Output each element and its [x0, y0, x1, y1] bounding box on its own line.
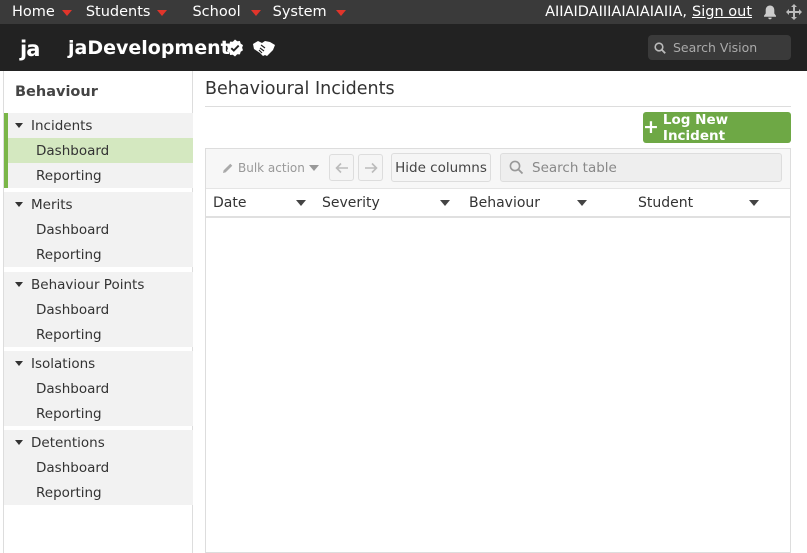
arrow-left-icon — [334, 162, 348, 173]
verified-badge-icon — [226, 39, 244, 61]
sidebar-item-merits-dashboard[interactable]: Dashboard — [4, 217, 193, 242]
incidents-table: Bulk action Hide columns Date Severity B… — [205, 148, 791, 553]
chevron-down-icon — [61, 10, 72, 16]
user-name: AIIAIDAIIIAIAIAIAIIA, — [545, 4, 688, 20]
column-header-student[interactable]: Student — [638, 189, 768, 216]
bulk-action-dropdown[interactable]: Bulk action — [222, 161, 319, 175]
sidebar-item-detentions[interactable]: Detentions — [4, 430, 193, 455]
column-header-severity[interactable]: Severity — [322, 189, 462, 216]
sign-out-link[interactable]: Sign out — [692, 4, 752, 20]
top-nav: Home Students School System — [0, 0, 346, 24]
nav-school-label: School — [192, 4, 241, 20]
chevron-down-icon — [157, 10, 168, 16]
bell-icon[interactable] — [762, 4, 778, 20]
table-search-box[interactable] — [500, 153, 782, 182]
sidebar-item-behaviour-points-reporting[interactable]: Reporting — [4, 322, 193, 347]
undo-button[interactable] — [329, 154, 354, 181]
nav-home-label: Home — [12, 4, 55, 20]
divider — [205, 106, 791, 107]
table-toolbar: Bulk action Hide columns — [206, 149, 790, 189]
nav-school[interactable]: School — [167, 0, 261, 24]
sidebar-item-behaviour-points[interactable]: Behaviour Points — [4, 272, 193, 297]
sort-dropdown-icon[interactable] — [296, 200, 306, 206]
search-icon — [654, 41, 666, 54]
sort-dropdown-icon[interactable] — [440, 200, 450, 206]
page-title: Behavioural Incidents — [205, 79, 395, 99]
sidebar-item-merits-reporting[interactable]: Reporting — [4, 242, 193, 267]
log-new-incident-button[interactable]: + Log New Incident — [643, 111, 791, 144]
top-menubar: Home Students School System AIIAIDAIIIAI… — [0, 0, 807, 24]
user-area: AIIAIDAIIIAIAIAIAIIA, Sign out — [545, 0, 803, 24]
column-header-date[interactable]: Date — [213, 189, 316, 216]
move-icon[interactable] — [785, 3, 803, 21]
sidebar-item-incidents[interactable]: Incidents — [8, 113, 193, 138]
column-header-label: Severity — [322, 194, 380, 211]
redo-button[interactable] — [358, 154, 383, 181]
sidebar-item-isolations-dashboard[interactable]: Dashboard — [4, 376, 193, 401]
hide-columns-button[interactable]: Hide columns — [391, 153, 491, 182]
column-header-label: Student — [638, 194, 694, 211]
caret-down-icon — [15, 440, 23, 445]
sidebar-item-behaviour-points-dashboard[interactable]: Dashboard — [4, 297, 193, 322]
sidebar-item-label: Behaviour Points — [31, 276, 145, 293]
vision-search-box[interactable] — [648, 35, 791, 60]
search-icon — [509, 160, 524, 175]
arrow-right-icon — [364, 162, 378, 173]
column-header-label: Behaviour — [469, 194, 541, 211]
vision-search-input[interactable] — [673, 40, 788, 55]
nav-system-label: System — [272, 4, 327, 20]
chevron-down-icon — [308, 165, 319, 171]
column-header-label: Date — [213, 194, 247, 211]
sidebar-item-incidents-reporting[interactable]: Reporting — [8, 163, 193, 188]
table-header: Date Severity Behaviour Student — [206, 189, 790, 218]
nav-system[interactable]: System — [261, 0, 346, 24]
sidebar-section-isolations: Isolations Dashboard Reporting — [4, 351, 193, 426]
caret-down-icon — [15, 123, 23, 128]
chevron-down-icon — [250, 10, 261, 16]
caret-down-icon — [15, 361, 23, 366]
brand-bar: ja jaDevelopment — [0, 24, 807, 71]
sidebar-title: Behaviour — [15, 84, 98, 100]
log-new-incident-label: Log New Incident — [662, 111, 729, 144]
nav-home[interactable]: Home — [0, 0, 72, 24]
pencil-icon — [223, 163, 233, 173]
sidebar-item-isolations[interactable]: Isolations — [4, 351, 193, 376]
plus-icon: + — [643, 115, 659, 138]
sidebar-section-detentions: Detentions Dashboard Reporting — [4, 430, 193, 505]
sidebar-section-incidents: Incidents Dashboard Reporting — [4, 113, 193, 188]
logo[interactable]: ja — [20, 37, 40, 61]
school-name[interactable]: jaDevelopment — [68, 37, 230, 59]
chevron-down-icon — [335, 10, 346, 16]
table-search-input[interactable] — [532, 159, 772, 176]
sidebar-item-label: Merits — [31, 196, 73, 213]
sidebar-item-label: Isolations — [31, 355, 96, 372]
sidebar-item-isolations-reporting[interactable]: Reporting — [4, 401, 193, 426]
sort-dropdown-icon[interactable] — [577, 200, 587, 206]
bulk-action-label: Bulk action — [238, 161, 305, 175]
sidebar-item-merits[interactable]: Merits — [4, 192, 193, 217]
sidebar-item-label: Detentions — [31, 434, 105, 451]
column-header-behaviour[interactable]: Behaviour — [469, 189, 599, 216]
sidebar-item-detentions-dashboard[interactable]: Dashboard — [4, 455, 193, 480]
sidebar-section-behaviour-points: Behaviour Points Dashboard Reporting — [4, 272, 193, 347]
caret-down-icon — [15, 202, 23, 207]
sidebar: Behaviour Incidents Dashboard Reporting … — [3, 71, 193, 553]
sidebar-section-merits: Merits Dashboard Reporting — [4, 192, 193, 267]
sidebar-item-label: Incidents — [31, 117, 93, 134]
sidebar-item-detentions-reporting[interactable]: Reporting — [4, 480, 193, 505]
nav-students-label: Students — [85, 4, 151, 20]
nav-students[interactable]: Students — [72, 0, 168, 24]
sort-dropdown-icon[interactable] — [749, 200, 759, 206]
caret-down-icon — [15, 282, 23, 287]
sidebar-item-incidents-dashboard[interactable]: Dashboard — [8, 138, 193, 163]
handshake-icon[interactable] — [252, 39, 276, 61]
